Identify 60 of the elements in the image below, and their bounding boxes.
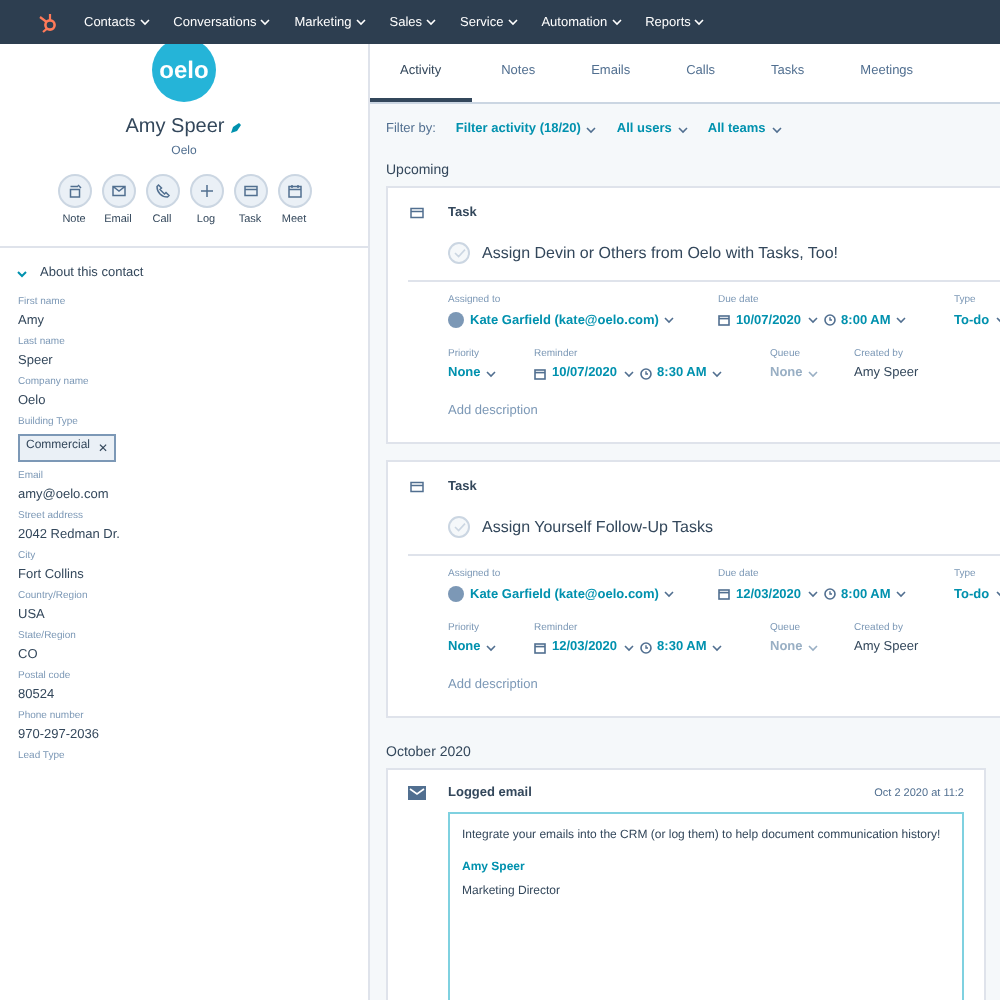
calendar-icon xyxy=(718,588,730,600)
caret-icon xyxy=(586,125,597,133)
task-icon xyxy=(408,478,426,496)
calendar-icon xyxy=(534,367,546,379)
caret-icon xyxy=(664,590,675,598)
log-icon xyxy=(197,182,215,200)
task-title: Assign Devin or Others from Oelo with Tasks, Too! xyxy=(482,244,838,262)
envelope-icon xyxy=(408,786,426,800)
task-title: Assign Yourself Follow-Up Tasks xyxy=(482,518,713,536)
caret-icon xyxy=(664,316,675,324)
note-icon xyxy=(65,182,83,200)
calendar-icon xyxy=(718,314,730,326)
caret-icon xyxy=(355,18,366,26)
caret-icon xyxy=(808,643,819,651)
email-icon xyxy=(109,182,127,200)
contact-name: Amy Speer xyxy=(125,116,225,138)
avatar xyxy=(448,586,464,602)
caret-icon xyxy=(623,369,634,377)
caret-icon xyxy=(507,18,518,26)
complete-checkbox[interactable] xyxy=(448,242,470,264)
note-action-button[interactable] xyxy=(57,174,91,208)
caret-icon xyxy=(807,316,818,324)
caret-icon xyxy=(260,18,271,26)
caret-icon xyxy=(694,18,705,26)
meet-action-button[interactable] xyxy=(277,174,311,208)
caret-icon xyxy=(677,125,688,133)
calendar-icon xyxy=(534,641,546,653)
clock-icon xyxy=(823,314,836,326)
caret-icon xyxy=(712,643,723,651)
email-action-button[interactable] xyxy=(101,174,135,208)
clock-icon xyxy=(639,367,652,379)
chevron-icon xyxy=(16,267,28,279)
caret-icon xyxy=(611,18,622,26)
caret-icon xyxy=(896,316,907,324)
call-action-button[interactable] xyxy=(145,174,179,208)
task-action-button[interactable] xyxy=(233,174,267,208)
caret-icon xyxy=(486,643,497,651)
check-icon xyxy=(453,522,465,532)
call-icon xyxy=(153,182,171,200)
clock-icon xyxy=(823,588,836,600)
log-action-button[interactable] xyxy=(189,174,223,208)
caret-icon xyxy=(771,125,782,133)
avatar xyxy=(448,312,464,328)
caret-icon xyxy=(426,18,437,26)
complete-checkbox[interactable] xyxy=(448,516,470,538)
sprocket-logo-icon xyxy=(36,10,60,34)
caret-icon xyxy=(623,643,634,651)
task-icon xyxy=(241,182,259,200)
caret-icon xyxy=(807,590,818,598)
caret-icon xyxy=(486,369,497,377)
caret-icon xyxy=(896,590,907,598)
caret-icon xyxy=(712,369,723,377)
clock-icon xyxy=(639,641,652,653)
pencil-icon[interactable] xyxy=(230,121,243,133)
task-icon xyxy=(408,204,426,222)
meet-icon xyxy=(285,182,303,200)
caret-icon xyxy=(139,18,150,26)
company-logo: oelo xyxy=(152,44,216,102)
caret-icon xyxy=(808,369,819,377)
check-icon xyxy=(453,248,465,258)
